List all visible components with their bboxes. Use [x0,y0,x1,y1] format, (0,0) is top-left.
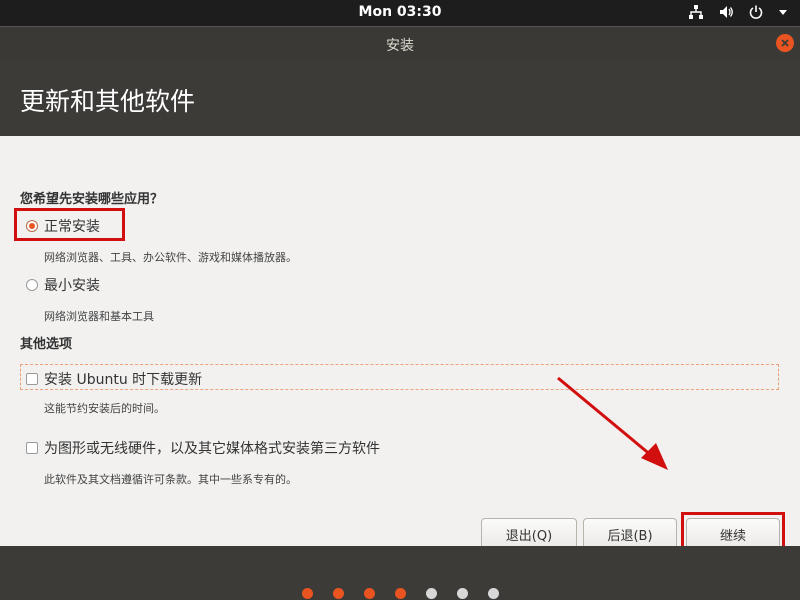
power-icon[interactable] [748,4,764,20]
content-panel: 您希望先安装哪些应用？ 正常安装 网络浏览器、工具、办公软件、游戏和媒体播放器。… [0,136,800,555]
progress-dots [0,588,800,599]
progress-footer [0,546,800,600]
checkbox-third-party-box[interactable] [26,442,38,454]
close-icon [781,39,789,47]
progress-dot [301,588,313,599]
progress-dot [425,588,437,599]
radio-minimal-install[interactable]: 最小安装 [26,275,100,295]
checkbox-third-party-software[interactable]: 为图形或无线硬件，以及其它媒体格式安装第三方软件 [26,438,380,458]
page-title: 更新和其他软件 [20,87,196,116]
menu-caret-icon[interactable] [778,7,788,17]
checkbox-download-updates-label: 安装 Ubuntu 时下载更新 [44,372,203,388]
progress-dot [456,588,468,599]
annotation-highlight-normal-install [14,208,125,241]
other-options-heading: 其他选项 [20,337,73,352]
top-panel: Mon 03:30 [0,0,800,26]
install-type-heading: 您希望先安装哪些应用？ [20,192,164,207]
progress-dot [332,588,344,599]
radio-minimal-install-label: 最小安装 [44,278,100,294]
network-icon[interactable] [688,4,704,20]
checkbox-third-party-label: 为图形或无线硬件，以及其它媒体格式安装第三方软件 [44,441,380,457]
window-title: 安装 [386,38,414,54]
normal-install-description: 网络浏览器、工具、办公软件、游戏和媒体播放器。 [44,251,297,264]
progress-dot [394,588,406,599]
progress-dot [487,588,499,599]
close-button[interactable] [776,34,794,52]
minimal-install-description: 网络浏览器和基本工具 [44,310,154,323]
window-titlebar[interactable]: 安装 [0,26,800,60]
installer-window: 安装 更新和其他软件 您希望先安装哪些应用？ 正常安装 网络浏览器、工具、办公软… [0,26,800,600]
progress-dot [363,588,375,599]
page-header: 更新和其他软件 [0,60,800,136]
checkbox-download-updates[interactable]: 安装 Ubuntu 时下载更新 [26,369,202,389]
system-tray[interactable] [688,4,788,20]
volume-icon[interactable] [718,4,734,20]
clock[interactable]: Mon 03:30 [0,4,800,20]
third-party-description: 此软件及其文档遵循许可条款。其中一些系专有的。 [44,473,297,486]
radio-unselected-indicator[interactable] [26,279,38,291]
checkbox-download-updates-box[interactable] [26,373,38,385]
download-updates-description: 这能节约安装后的时间。 [44,402,165,415]
